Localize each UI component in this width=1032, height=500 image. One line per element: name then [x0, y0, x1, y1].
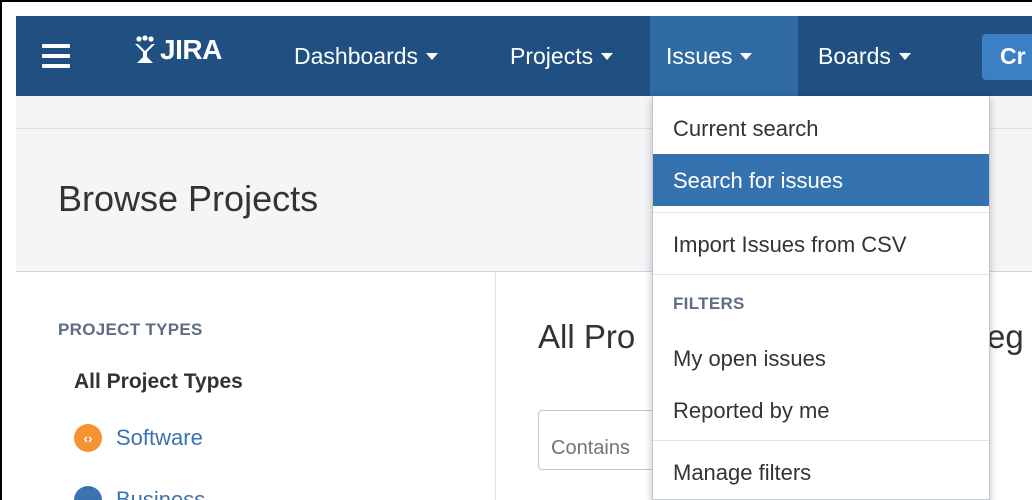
issues-dropdown-menu: Current search Search for issues Import … — [652, 96, 990, 500]
menu-item-current-search[interactable]: Current search — [653, 102, 989, 154]
project-types-heading: PROJECT TYPES — [58, 320, 203, 339]
menu-divider — [653, 440, 989, 441]
nav-projects[interactable]: Projects — [494, 16, 629, 96]
top-navigation-bar: JIRA Dashboards Projects Issues Boards C… — [16, 16, 1032, 96]
sidebar-item-label: Software — [116, 425, 203, 450]
menu-item-reported-by-me[interactable]: Reported by me — [653, 384, 989, 436]
software-icon: ‹› — [74, 424, 102, 452]
menu-item-manage-filters[interactable]: Manage filters — [653, 446, 989, 498]
menu-item-import-csv[interactable]: Import Issues from CSV — [653, 218, 989, 270]
create-button[interactable]: Cr — [982, 34, 1032, 80]
main-title: All Pro — [538, 318, 636, 355]
nav-boards[interactable]: Boards — [802, 16, 927, 96]
sidebar-item-label: Business — [116, 487, 206, 500]
jira-mark-icon — [135, 35, 155, 63]
nav-projects-label: Projects — [510, 42, 594, 69]
chevron-down-icon — [426, 52, 439, 60]
chevron-down-icon — [601, 52, 614, 60]
logo-text: JIRA — [160, 34, 222, 65]
nav-dashboards[interactable]: Dashboards — [278, 16, 454, 96]
nav-boards-label: Boards — [818, 42, 891, 69]
all-project-types-link[interactable]: All Project Types — [74, 370, 243, 394]
business-icon — [74, 486, 102, 500]
browser-frame: JIRA Dashboards Projects Issues Boards C… — [0, 0, 1032, 500]
menu-item-my-open-issues[interactable]: My open issues — [653, 332, 989, 384]
filters-section-heading: FILTERS — [673, 294, 745, 313]
menu-divider — [653, 212, 989, 213]
project-types-sidebar: PROJECT TYPES All Project Types ‹› Softw… — [16, 272, 496, 500]
menu-item-search-for-issues[interactable]: Search for issues — [653, 154, 989, 206]
nav-issues[interactable]: Issues — [650, 16, 798, 96]
hamburger-menu-icon[interactable] — [42, 44, 70, 68]
chevron-down-icon — [898, 52, 911, 60]
sidebar-item-business[interactable]: Business — [74, 486, 205, 500]
nav-dashboards-label: Dashboards — [294, 42, 419, 69]
nav-issues-label: Issues — [666, 42, 733, 69]
main-title-overflow: eg — [987, 318, 1024, 355]
jira-logo[interactable]: JIRA — [132, 34, 222, 66]
page-title: Browse Projects — [58, 178, 319, 219]
menu-divider — [653, 274, 989, 275]
chevron-down-icon — [740, 52, 753, 60]
sidebar-item-software[interactable]: ‹› Software — [74, 424, 203, 452]
